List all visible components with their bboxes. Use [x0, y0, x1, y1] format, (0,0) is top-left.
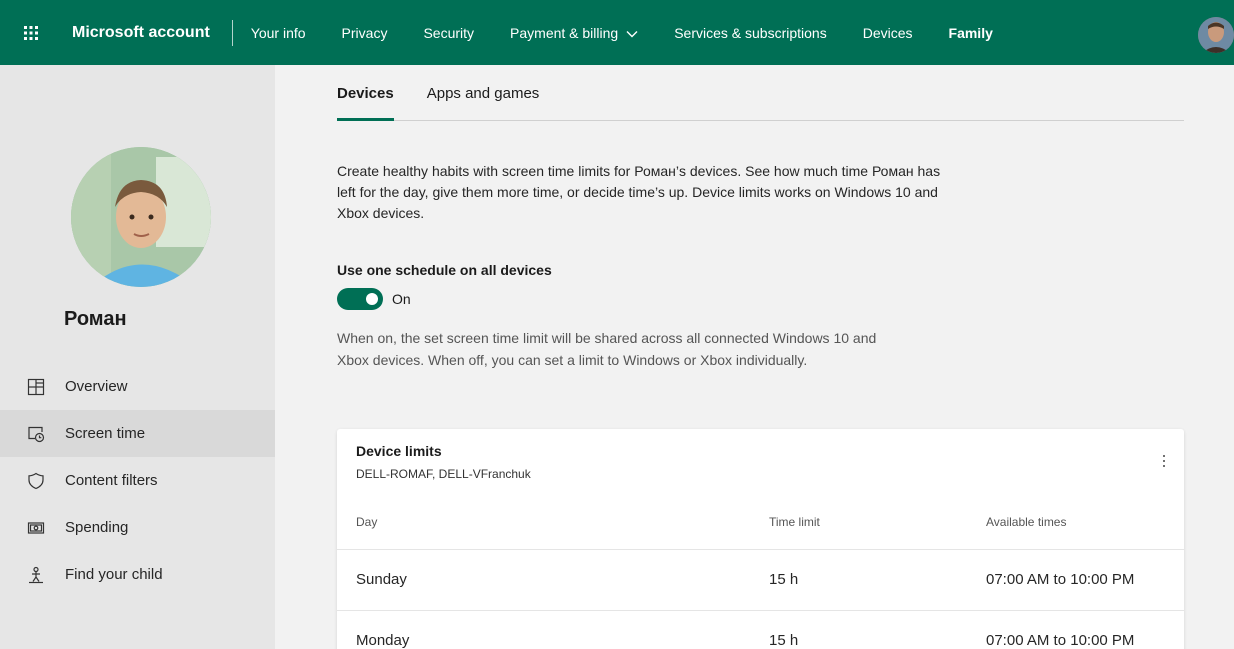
top-nav-bar: Microsoft account Your info Privacy Secu… — [0, 0, 1234, 65]
brand-title[interactable]: Microsoft account — [72, 24, 210, 42]
sidebar-item-find-your-child[interactable]: Find your child — [0, 551, 275, 598]
money-icon — [26, 518, 46, 538]
shield-icon — [26, 471, 46, 491]
nav-privacy-label: Privacy — [341, 24, 388, 41]
sidebar-item-screen-time[interactable]: Screen time — [0, 410, 275, 457]
sidebar-item-label: Screen time — [65, 425, 146, 442]
table-row[interactable]: Sunday 15 h 07:00 AM to 10:00 PM — [337, 549, 1184, 610]
schedule-label: Use one schedule on all devices — [337, 262, 552, 278]
user-avatar[interactable] — [1198, 17, 1234, 53]
nav-security-label: Security — [423, 24, 475, 41]
main-nav: Your info Privacy Security Payment & bil… — [247, 0, 1011, 65]
sidebar-nav: Overview Screen time Content filters Spe… — [0, 363, 275, 598]
schedule-note: When on, the set screen time limit will … — [337, 330, 877, 368]
overview-icon — [26, 377, 46, 397]
nav-your-info-label: Your info — [250, 24, 306, 41]
child-avatar — [71, 147, 211, 287]
column-header-time-limit: Time limit — [769, 515, 820, 529]
main-content: Devices Apps and games Create healthy ha… — [275, 65, 1234, 649]
sidebar-item-label: Overview — [65, 378, 128, 395]
nav-privacy[interactable]: Privacy — [324, 0, 406, 65]
column-header-available-times: Available times — [986, 515, 1067, 529]
sidebar-item-content-filters[interactable]: Content filters — [0, 457, 275, 504]
intro-text: Create healthy habits with screen time l… — [337, 163, 941, 221]
nav-payment-billing-label: Payment & billing — [510, 24, 619, 41]
toggle-knob — [366, 293, 378, 305]
one-schedule-toggle[interactable] — [337, 288, 383, 310]
column-header-day: Day — [356, 515, 378, 529]
screen-time-icon — [26, 424, 46, 444]
row-available-times: 07:00 AM to 10:00 PM — [986, 571, 1135, 588]
tab-bar: Devices Apps and games — [337, 65, 1184, 121]
tab-devices-label: Devices — [337, 84, 394, 102]
nav-your-info[interactable]: Your info — [247, 0, 324, 65]
row-day: Monday — [356, 632, 410, 649]
nav-devices[interactable]: Devices — [845, 0, 931, 65]
sidebar: Роман Overview Screen time Content filte… — [0, 65, 275, 649]
tab-apps-games-label: Apps and games — [426, 84, 540, 102]
table-header: Day Time limit Available times — [337, 513, 1184, 549]
nav-family[interactable]: Family — [931, 0, 1011, 65]
child-name: Роман — [64, 308, 127, 330]
card-subtitle: DELL-ROMAF, DELL-VFranchuk — [356, 467, 531, 481]
row-time-limit: 15 h — [769, 571, 799, 588]
sidebar-item-label: Content filters — [65, 472, 158, 489]
nav-security[interactable]: Security — [405, 0, 492, 65]
sidebar-item-label: Find your child — [65, 566, 163, 583]
brand-divider — [231, 19, 233, 46]
row-day: Sunday — [356, 571, 407, 588]
sidebar-item-spending[interactable]: Spending — [0, 504, 275, 551]
schedule-toggle-row: On — [337, 288, 411, 310]
find-child-icon — [26, 565, 46, 585]
toggle-state-label: On — [392, 291, 411, 307]
nav-services-label: Services & subscriptions — [674, 24, 827, 41]
sidebar-item-overview[interactable]: Overview — [0, 363, 275, 410]
more-options-button[interactable] — [1154, 449, 1174, 473]
row-available-times: 07:00 AM to 10:00 PM — [986, 632, 1135, 649]
nav-services-subscriptions[interactable]: Services & subscriptions — [656, 0, 845, 65]
tab-apps-and-games[interactable]: Apps and games — [427, 65, 540, 121]
row-time-limit: 15 h — [769, 632, 799, 649]
app-launcher-icon[interactable] — [0, 0, 62, 65]
nav-payment-billing[interactable]: Payment & billing — [492, 0, 656, 65]
device-limits-card: Device limits DELL-ROMAF, DELL-VFranchuk… — [337, 429, 1184, 649]
tab-devices[interactable]: Devices — [337, 65, 394, 121]
nav-family-label: Family — [948, 24, 993, 41]
sidebar-item-label: Spending — [65, 519, 129, 536]
nav-devices-label: Devices — [862, 24, 913, 41]
chevron-down-icon — [626, 25, 638, 41]
card-title: Device limits — [356, 443, 442, 459]
table-row[interactable]: Monday 15 h 07:00 AM to 10:00 PM — [337, 610, 1184, 649]
